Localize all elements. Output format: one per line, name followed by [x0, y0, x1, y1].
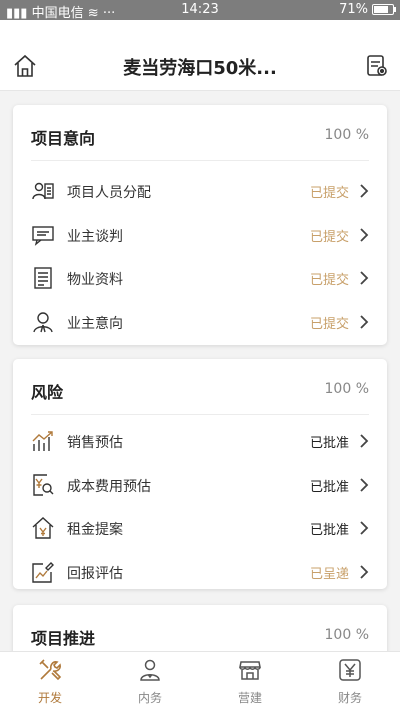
status-text: 已批准 — [309, 479, 349, 495]
person-tie-icon — [138, 658, 162, 682]
list-item-staff-assignment[interactable]: 项目人员分配 已提交 — [31, 169, 369, 213]
chevron-right-icon — [359, 227, 369, 243]
list-item-label: 业主意向 — [67, 315, 123, 332]
sales-chart-icon — [31, 429, 55, 453]
list-item-owner-negotiation[interactable]: 业主谈判 已提交 — [31, 213, 369, 257]
chevron-right-icon — [359, 270, 369, 286]
top-nav-bar: 麦当劳海口50米... — [0, 20, 400, 91]
list-item-label: 成本费用预估 — [67, 478, 151, 495]
section-title: 项目推进 — [31, 629, 96, 648]
tab-label: 营建 — [237, 691, 262, 705]
staff-card-icon — [31, 179, 55, 203]
status-text: 已提交 — [309, 316, 349, 332]
tab-internal-affairs[interactable]: 内务 — [100, 652, 200, 712]
section-header: 风险 100 % — [31, 359, 369, 415]
chat-icon — [31, 223, 55, 247]
chevron-right-icon — [359, 477, 369, 493]
yen-icon — [338, 658, 362, 682]
document-icon — [31, 266, 55, 290]
section-card-intent: 项目意向 100 % 项目人员分配 已提交 业主谈判 已提交 物业资料 已提交 … — [13, 105, 387, 345]
list-item-label: 销售预估 — [67, 435, 123, 451]
chevron-right-icon — [359, 564, 369, 580]
status-text: 已批准 — [309, 523, 349, 538]
status-text: 已呈递 — [309, 566, 349, 582]
list-item-sales-forecast[interactable]: 销售预估 已批准 — [31, 419, 369, 463]
list-item-label: 项目人员分配 — [67, 185, 151, 201]
list-item-label: 回报评估 — [67, 565, 123, 582]
chevron-right-icon — [359, 433, 369, 449]
tab-label: 开发 — [37, 691, 62, 705]
list-item-property-data[interactable]: 物业资料 已提交 — [31, 256, 369, 300]
chevron-right-icon — [359, 520, 369, 536]
section-card-risk: 风险 100 % 销售预估 已批准 成本费用预估 已批准 租金提案 已批准 回报… — [13, 359, 387, 589]
main-content[interactable]: 项目意向 100 % 项目人员分配 已提交 业主谈判 已提交 物业资料 已提交 … — [0, 91, 400, 651]
status-text: 已提交 — [309, 229, 349, 245]
tab-construction[interactable]: 营建 — [200, 652, 300, 712]
page-title: 麦当劳海口50米... — [123, 58, 277, 79]
rent-house-icon — [31, 516, 55, 540]
cost-search-icon — [31, 473, 55, 497]
status-text: 已提交 — [309, 273, 349, 288]
bottom-tab-bar: 开发 内务 营建 财务 — [0, 651, 400, 712]
status-bar: ▮▮▮ 中国电信 ≋ ··· 14:23 71% — [0, 0, 400, 21]
tab-label: 内务 — [137, 691, 162, 705]
document-view-icon[interactable] — [366, 54, 388, 78]
section-percent: 100 % — [324, 381, 369, 397]
chevron-right-icon — [359, 314, 369, 330]
list-item-label: 物业资料 — [67, 272, 123, 288]
tools-icon — [38, 658, 62, 682]
section-percent: 100 % — [324, 627, 369, 643]
tab-finance[interactable]: 财务 — [300, 652, 400, 712]
owner-icon — [31, 310, 55, 334]
section-header: 项目意向 100 % — [31, 105, 369, 161]
tab-development[interactable]: 开发 — [0, 652, 100, 712]
status-text: 已提交 — [309, 186, 349, 201]
edit-chart-icon — [31, 560, 55, 584]
list-item-return-evaluation[interactable]: 回报评估 已呈递 — [31, 550, 369, 594]
section-title: 风险 — [31, 383, 64, 402]
battery-percent: 71% — [339, 2, 368, 17]
section-title: 项目意向 — [31, 129, 96, 148]
status-text: 已批准 — [309, 436, 349, 451]
section-card-progress: 项目推进 100 % — [13, 605, 387, 651]
list-item-owner-intent[interactable]: 业主意向 已提交 — [31, 300, 369, 344]
home-icon[interactable] — [12, 53, 38, 79]
chevron-right-icon — [359, 183, 369, 199]
list-item-rent-proposal[interactable]: 租金提案 已批准 — [31, 506, 369, 550]
storefront-icon — [238, 658, 262, 682]
section-header: 项目推进 100 % — [31, 605, 369, 651]
battery-icon — [372, 4, 396, 15]
list-item-label: 租金提案 — [67, 522, 123, 538]
section-percent: 100 % — [324, 127, 369, 143]
list-item-cost-estimate[interactable]: 成本费用预估 已批准 — [31, 463, 369, 507]
tab-label: 财务 — [337, 691, 362, 705]
list-item-label: 业主谈判 — [67, 228, 123, 245]
